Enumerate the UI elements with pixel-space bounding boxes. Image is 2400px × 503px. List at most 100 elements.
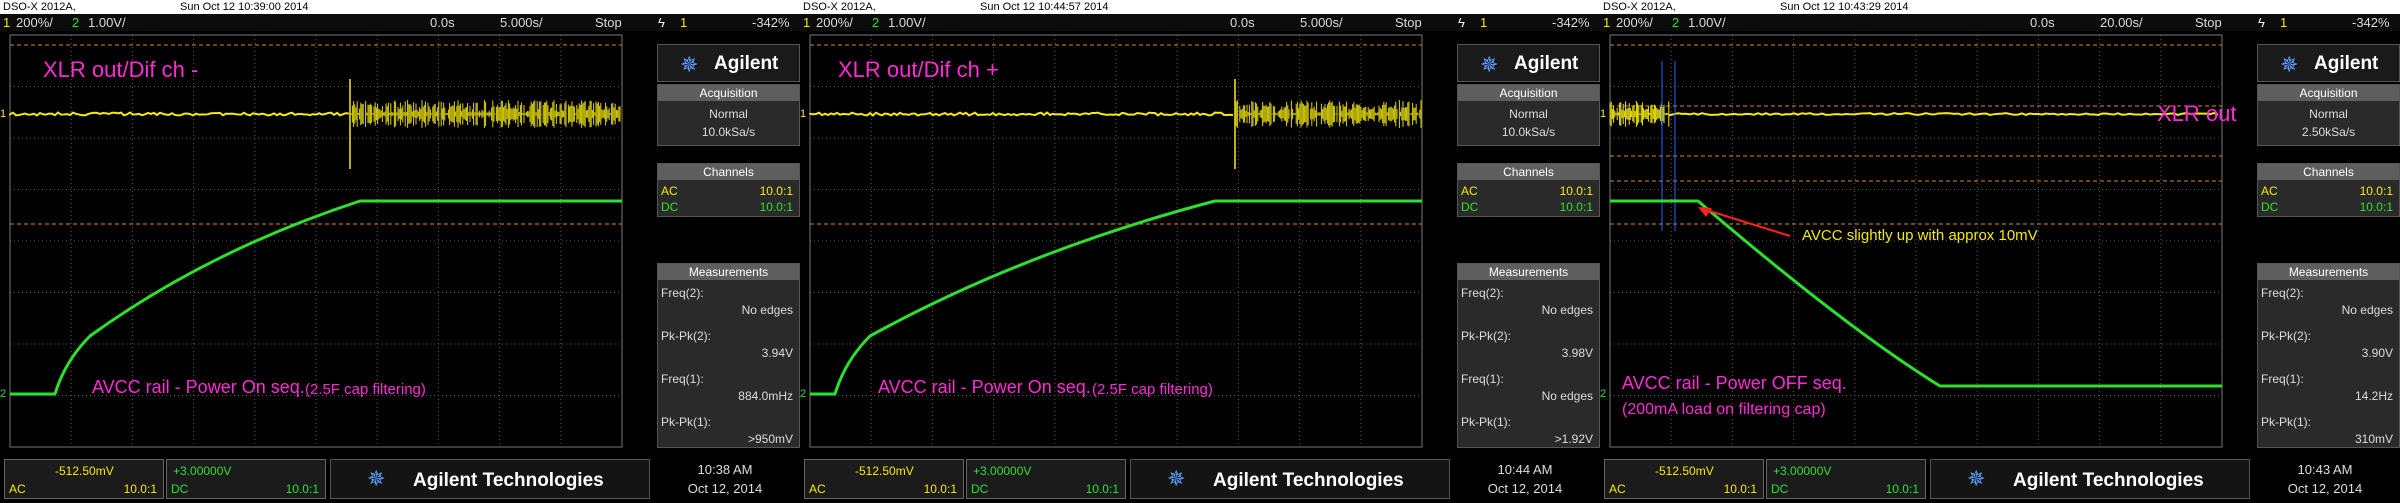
ch1-probe-bottom: 10.0:1 xyxy=(124,482,157,496)
measurements-section[interactable]: Measurements Freq(2): No edges Pk-Pk(2): 3.9… xyxy=(657,263,800,448)
ch2-number: 2 xyxy=(872,15,879,30)
channels-title: Channels xyxy=(658,164,799,180)
measurement-label: Pk-Pk(1): xyxy=(2261,415,2311,429)
measurement-label: Freq(1): xyxy=(661,372,704,386)
ch1-scale: 200%/ xyxy=(1616,15,1653,30)
ch1-number: 1 xyxy=(803,15,810,30)
ch2-coupling: DC xyxy=(2261,200,2278,214)
trigger-level: -342% xyxy=(2352,15,2390,30)
ch2-info-box[interactable]: +3.00000V DC 10.0:1 xyxy=(1766,459,1926,499)
waveform-display[interactable]: 1 2 XLR out AVCC slightly up with approx 10… xyxy=(1600,31,2254,451)
ch1-info-box[interactable]: -512.50mV AC 10.0:1 xyxy=(4,459,164,499)
measurement-label: Pk-Pk(2): xyxy=(1461,329,1511,343)
measurements-title: Measurements xyxy=(1458,264,1599,280)
scope-model: DSO-X 2012A, xyxy=(1603,1,1676,13)
ch1-probe-bottom: 10.0:1 xyxy=(924,482,957,496)
sidebar-brand: Agilent xyxy=(2314,53,2378,75)
status-bar: 1 200%/2 1.00V/0.0s 5.000s/Stop ϟ 1 -342% xyxy=(800,14,1600,31)
bottom-label-note: (2.5F cap filtering) xyxy=(1092,381,1213,398)
measurements-section[interactable]: Measurements Freq(2): No edges Pk-Pk(2): 3.9… xyxy=(1457,263,1600,448)
measurement-label: Pk-Pk(1): xyxy=(661,415,711,429)
measurement-value: 3.94V xyxy=(762,346,793,360)
acquisition-mode: Normal xyxy=(2258,107,2399,121)
ch2-probe-bottom: 10.0:1 xyxy=(286,482,319,496)
ch2-probe-bottom: 10.0:1 xyxy=(1886,482,1919,496)
bottom-bar: -512.50mV AC 10.0:1 +3.00000V DC 10.0:1 ✵ Agile… xyxy=(800,455,1600,503)
channels-section[interactable]: Channels AC 10.0:1 DC 10.0:1 xyxy=(1457,163,1600,217)
measurement-value: No edges xyxy=(1542,389,1593,403)
sidebar-logo: ✵ Agilent xyxy=(1457,44,1600,82)
trigger-icon: ϟ xyxy=(1458,15,1465,30)
acquisition-mode: Normal xyxy=(1458,107,1599,121)
ch2-coupling-bottom: DC xyxy=(171,482,188,496)
ch2-offset: +3.00000V xyxy=(173,464,231,478)
ch2-offset: +3.00000V xyxy=(973,464,1031,478)
ch1-scale: 200%/ xyxy=(16,15,53,30)
acquisition-section[interactable]: Acquisition Normal 10.0kSa/s xyxy=(1457,84,1600,146)
top-label: XLR out/Dif ch - xyxy=(43,57,198,83)
channels-section[interactable]: Channels AC 10.0:1 DC 10.0:1 xyxy=(657,163,800,217)
acquisition-section[interactable]: Acquisition Normal 2.50kSa/s xyxy=(2257,84,2400,146)
measurement-value: 3.90V xyxy=(2362,346,2393,360)
bottom-label: AVCC rail - Power OFF seq. xyxy=(1622,373,1847,394)
ch2-info-box[interactable]: +3.00000V DC 10.0:1 xyxy=(166,459,326,499)
bottom-label: AVCC rail - Power On seq. xyxy=(878,377,1091,398)
ch1-trace xyxy=(810,113,1233,116)
agilent-spark-icon: ✵ xyxy=(680,52,698,78)
measurement-label: Pk-Pk(1): xyxy=(1461,415,1511,429)
channels-title: Channels xyxy=(2258,164,2399,180)
scope-sidebar: ✵ Agilent Acquisition Normal 10.0kSa/s Channe… xyxy=(657,44,800,454)
measurement-value: >950mV xyxy=(748,432,793,446)
measurement-label: Freq(1): xyxy=(2261,372,2304,386)
acquisition-section[interactable]: Acquisition Normal 10.0kSa/s xyxy=(657,84,800,146)
agilent-spark-icon: ✵ xyxy=(1480,52,1498,78)
measurement-value: No edges xyxy=(1542,303,1593,317)
waveform-display[interactable]: 1 2 XLR out/Dif ch - AVCC rail - Power On s… xyxy=(0,31,654,451)
run-state: Stop xyxy=(595,15,622,30)
acquisition-title: Acquisition xyxy=(1458,85,1599,101)
ch1-coupling-bottom: AC xyxy=(9,482,26,496)
ch1-noise xyxy=(1610,101,1669,127)
scope-panel-3: DSO-X 2012A, Sun Oct 12 10:43:29 2014 1 200… xyxy=(1600,0,2400,503)
sidebar-logo: ✵ Agilent xyxy=(657,44,800,82)
run-state: Stop xyxy=(1395,15,1422,30)
ch2-probe: 10.0:1 xyxy=(1560,200,1593,214)
trigger-level: -342% xyxy=(752,15,790,30)
ch2-ground-marker: 2 xyxy=(0,388,6,400)
measurements-section[interactable]: Measurements Freq(2): No edges Pk-Pk(2): 3.9… xyxy=(2257,263,2400,448)
waveform-display[interactable]: 1 2 XLR out/Dif ch + AVCC rail - Power On s… xyxy=(800,31,1454,451)
ch1-number: 1 xyxy=(1603,15,1610,30)
ch1-probe: 10.0:1 xyxy=(2360,184,2393,198)
measurements-title: Measurements xyxy=(2258,264,2399,280)
clock-time: 10:38 AM xyxy=(660,462,790,477)
ch2-scale: 1.00V/ xyxy=(1688,15,1726,30)
ch1-coupling-bottom: AC xyxy=(1609,482,1626,496)
ch1-info-box[interactable]: -512.50mV AC 10.0:1 xyxy=(804,459,964,499)
ch2-coupling-bottom: DC xyxy=(1771,482,1788,496)
agilent-spark-icon: ✵ xyxy=(1967,466,1985,492)
scope-header-strip: DSO-X 2012A, Sun Oct 12 10:44:57 2014 xyxy=(800,0,1600,14)
bottom-label-note: (200mA load on filtering cap) xyxy=(1622,401,1826,419)
ch2-info-box[interactable]: +3.00000V DC 10.0:1 xyxy=(966,459,1126,499)
ch1-noise xyxy=(1235,100,1421,128)
measurement-value: 884.0mHz xyxy=(738,389,793,403)
measurements-title: Measurements xyxy=(658,264,799,280)
trigger-icon: ϟ xyxy=(2258,15,2265,30)
agilent-brand-bar: ✵ Agilent Technologies xyxy=(330,459,650,499)
trigger-channel: 1 xyxy=(2280,15,2287,30)
ch2-probe-bottom: 10.0:1 xyxy=(1086,482,1119,496)
ch2-scale: 1.00V/ xyxy=(88,15,126,30)
scope-panel-1: DSO-X 2012A, Sun Oct 12 10:39:00 2014 1 200… xyxy=(0,0,800,503)
trigger-channel: 1 xyxy=(1480,15,1487,30)
ch1-trace xyxy=(1670,113,2218,115)
measurement-label: Pk-Pk(2): xyxy=(2261,329,2311,343)
ch2-probe: 10.0:1 xyxy=(760,200,793,214)
scope-datetime: Sun Oct 12 10:44:57 2014 xyxy=(980,1,1108,13)
ch1-info-box[interactable]: -512.50mV AC 10.0:1 xyxy=(1604,459,1764,499)
ch2-trace xyxy=(810,201,1422,394)
ch1-coupling: AC xyxy=(661,184,678,198)
scope-sidebar: ✵ Agilent Acquisition Normal 10.0kSa/s Channe… xyxy=(1457,44,1600,454)
channels-section[interactable]: Channels AC 10.0:1 DC 10.0:1 xyxy=(2257,163,2400,217)
measurement-label: Freq(2): xyxy=(1461,286,1504,300)
top-label: XLR out xyxy=(2157,101,2237,127)
